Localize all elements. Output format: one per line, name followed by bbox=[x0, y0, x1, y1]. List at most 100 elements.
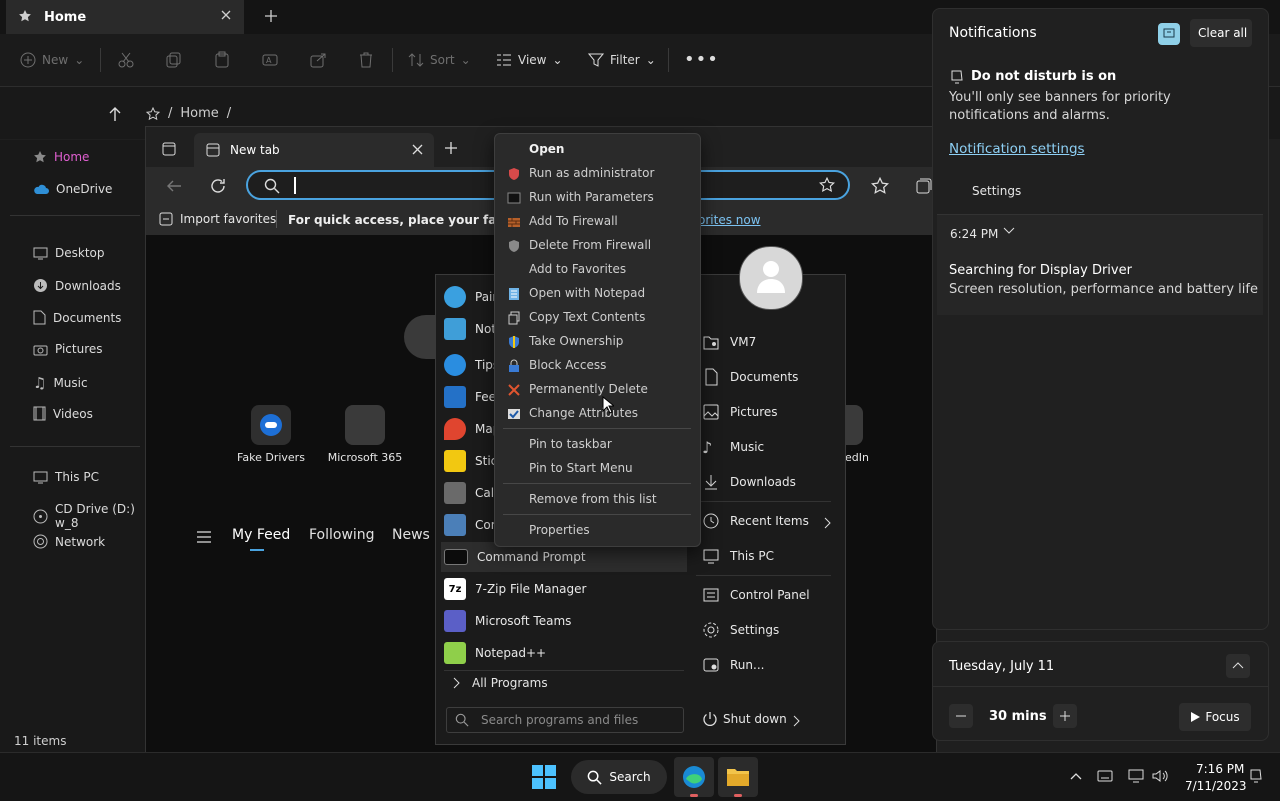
new-tab-plus-icon[interactable] bbox=[264, 9, 278, 23]
tab-actions-icon[interactable] bbox=[162, 142, 176, 156]
program-teams[interactable]: Microsoft Teams bbox=[444, 606, 684, 636]
menu-item-run-with-parameters[interactable]: Run with Parameters bbox=[529, 190, 654, 204]
start-right-settings[interactable]: Settings bbox=[702, 621, 779, 639]
rename-icon[interactable]: A bbox=[261, 51, 279, 69]
tab-following[interactable]: Following bbox=[309, 527, 375, 543]
menu-item-add-to-firewall[interactable]: Add To Firewall bbox=[529, 214, 618, 228]
close-icon[interactable] bbox=[412, 144, 423, 155]
sidebar-item-music[interactable]: ♫ Music bbox=[33, 374, 88, 392]
menu-item-remove-from-list[interactable]: Remove from this list bbox=[529, 492, 657, 506]
sort-button[interactable]: Sort ⌄ bbox=[408, 50, 471, 70]
tab-my-feed[interactable]: My Feed bbox=[232, 527, 290, 543]
settings-button[interactable]: Settings bbox=[972, 184, 1021, 198]
start-right-this-pc[interactable]: This PC bbox=[702, 547, 774, 565]
chevron-down-icon[interactable] bbox=[1003, 226, 1015, 236]
import-favorites-button[interactable]: Import favorites bbox=[159, 212, 276, 226]
view-button[interactable]: View ⌄ bbox=[496, 50, 563, 70]
windows-start-icon[interactable] bbox=[532, 765, 556, 789]
star-icon bbox=[146, 106, 160, 121]
cut-icon[interactable] bbox=[117, 51, 135, 69]
menu-item-add-to-favorites[interactable]: Add to Favorites bbox=[529, 262, 626, 276]
filter-button[interactable]: Filter ⌄ bbox=[588, 50, 656, 70]
sidebar-item-documents[interactable]: Documents bbox=[33, 310, 121, 325]
hamburger-menu-icon[interactable] bbox=[197, 531, 211, 543]
quicklink-microsoft-365[interactable] bbox=[345, 405, 385, 445]
edge-tab-newtab[interactable]: New tab bbox=[194, 133, 434, 167]
menu-item-pin-to-taskbar[interactable]: Pin to taskbar bbox=[529, 437, 612, 451]
share-icon[interactable] bbox=[309, 51, 327, 69]
taskbar-time[interactable]: 7:16 PM bbox=[1196, 762, 1244, 776]
refresh-icon[interactable] bbox=[209, 177, 227, 195]
start-right-recent-items[interactable]: Recent Items bbox=[702, 512, 832, 530]
sidebar-item-network[interactable]: Network bbox=[33, 534, 105, 549]
menu-item-change-attributes[interactable]: Change Attributes bbox=[529, 406, 638, 420]
taskbar-edge[interactable] bbox=[674, 757, 714, 797]
shutdown-button[interactable]: Shut down bbox=[702, 711, 787, 727]
program-notepadpp[interactable]: Notepad++ bbox=[444, 638, 684, 668]
explorer-tab-home[interactable]: Home bbox=[6, 0, 244, 34]
delete-icon[interactable] bbox=[357, 51, 375, 69]
more-options-icon[interactable]: ••• bbox=[684, 49, 719, 70]
start-right-downloads[interactable]: Downloads bbox=[702, 473, 796, 491]
minus-icon[interactable] bbox=[949, 704, 973, 728]
collapse-calendar-button[interactable] bbox=[1226, 654, 1250, 678]
chevron-right-icon[interactable] bbox=[792, 715, 800, 727]
start-right-documents[interactable]: Documents bbox=[702, 368, 798, 386]
volume-icon[interactable] bbox=[1152, 769, 1168, 783]
back-arrow-icon[interactable] bbox=[166, 179, 182, 193]
menu-item-pin-to-start[interactable]: Pin to Start Menu bbox=[529, 461, 633, 475]
sidebar-item-home[interactable]: Home bbox=[33, 150, 89, 164]
sidebar-item-downloads[interactable]: Downloads bbox=[33, 278, 121, 293]
new-button[interactable]: New ⌄ bbox=[20, 50, 84, 70]
focus-button[interactable]: Focus bbox=[1179, 703, 1251, 731]
start-right-music[interactable]: ♪ Music bbox=[702, 438, 764, 457]
start-search-field[interactable]: Search programs and files bbox=[446, 707, 684, 733]
up-arrow-icon[interactable] bbox=[108, 106, 122, 122]
notification-bell-icon[interactable] bbox=[1248, 768, 1264, 784]
program-7zip[interactable]: 7z 7-Zip File Manager bbox=[444, 574, 684, 604]
notification-card[interactable]: 6:24 PM Searching for Display Driver Scr… bbox=[937, 214, 1263, 315]
menu-item-open-with-notepad[interactable]: Open with Notepad bbox=[529, 286, 645, 300]
start-right-control-panel[interactable]: Control Panel bbox=[702, 586, 810, 604]
favorites-icon[interactable] bbox=[871, 177, 889, 195]
menu-item-delete-from-firewall[interactable]: Delete From Firewall bbox=[529, 238, 651, 252]
collections-icon[interactable] bbox=[915, 177, 933, 195]
sidebar-item-onedrive[interactable]: OneDrive bbox=[33, 182, 112, 196]
tab-news[interactable]: News bbox=[392, 527, 430, 543]
manage-favorites-link[interactable]: orites now bbox=[698, 213, 761, 227]
favorite-star-icon[interactable] bbox=[819, 177, 835, 193]
chevron-up-icon[interactable] bbox=[1070, 771, 1082, 781]
start-right-pictures[interactable]: Pictures bbox=[702, 403, 778, 421]
notification-settings-link[interactable]: Notification settings bbox=[949, 141, 1085, 157]
keyboard-icon[interactable] bbox=[1097, 770, 1113, 782]
user-avatar[interactable] bbox=[739, 246, 803, 310]
menu-item-run-as-admin[interactable]: Run as administrator bbox=[529, 166, 654, 180]
taskbar-file-explorer[interactable] bbox=[718, 757, 758, 797]
taskbar-date[interactable]: 7/11/2023 bbox=[1185, 779, 1247, 793]
quicklink-linkedin[interactable] bbox=[845, 405, 863, 445]
sidebar-item-desktop[interactable]: Desktop bbox=[33, 246, 105, 260]
close-icon[interactable] bbox=[220, 9, 232, 21]
menu-item-copy-text-contents[interactable]: Copy Text Contents bbox=[529, 310, 645, 324]
start-right-run[interactable]: Run... bbox=[702, 656, 764, 674]
new-tab-plus-icon[interactable] bbox=[444, 141, 458, 155]
paste-icon[interactable] bbox=[213, 51, 231, 69]
copy-icon[interactable] bbox=[165, 51, 183, 69]
dnd-toggle-icon[interactable] bbox=[1158, 23, 1180, 45]
menu-item-take-ownership[interactable]: Take Ownership bbox=[529, 334, 623, 348]
network-display-icon[interactable] bbox=[1128, 769, 1144, 783]
taskbar-search-button[interactable]: Search bbox=[571, 760, 667, 794]
breadcrumb-home[interactable]: Home bbox=[180, 106, 218, 121]
all-programs-button[interactable]: All Programs bbox=[452, 676, 548, 690]
sidebar-item-pictures[interactable]: Pictures bbox=[33, 342, 103, 356]
menu-item-block-access[interactable]: Block Access bbox=[529, 358, 606, 372]
sidebar-item-videos[interactable]: Videos bbox=[33, 406, 93, 421]
sidebar-item-cddrive[interactable]: CD Drive (D:) w_8 bbox=[33, 502, 145, 530]
sidebar-item-thispc[interactable]: This PC bbox=[33, 470, 99, 484]
plus-icon[interactable] bbox=[1053, 704, 1077, 728]
start-right-vm7[interactable]: VM7 bbox=[702, 333, 756, 351]
menu-item-properties[interactable]: Properties bbox=[529, 523, 590, 537]
menu-item-permanently-delete[interactable]: Permanently Delete bbox=[529, 382, 648, 396]
quicklink-fake-drivers[interactable] bbox=[251, 405, 291, 445]
menu-item-open[interactable]: Open bbox=[529, 142, 564, 156]
